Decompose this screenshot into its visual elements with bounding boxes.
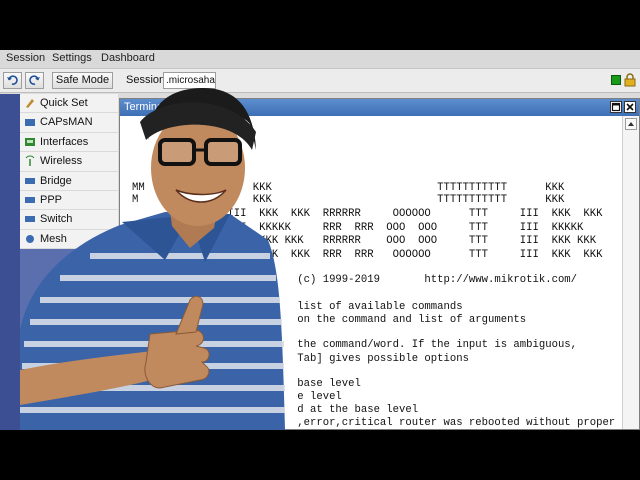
sidebar-item-quick-set[interactable]: Quick Set [20, 94, 118, 114]
menu-dashboard[interactable]: Dashboard [101, 52, 155, 64]
session-label: Session: [126, 74, 169, 86]
letterbox-top [0, 0, 640, 50]
toolbar: Safe Mode Session: .microsahai. [0, 69, 640, 93]
sidebar-item-label: Bridge [40, 174, 72, 187]
sidebar-stripe [0, 94, 20, 430]
wireless-icon [24, 155, 36, 167]
sidebar-item-label: Interfaces [40, 135, 89, 148]
terminal-window: Terminal MM KKK TTTTTTTTTTT KKK M KKK TT… [119, 98, 640, 430]
close-icon [626, 103, 634, 111]
sidebar-item-bridge[interactable]: Bridge [20, 171, 118, 191]
terminal-line: the command/word. If the input is ambigu… [132, 339, 578, 351]
terminal-line: d at the base level [132, 404, 419, 416]
lock-icon [624, 73, 636, 87]
terminal-line: III KKK KKK RRRRRR OOOOOO TTT III KKK KK… [132, 208, 603, 220]
redo-button[interactable] [25, 72, 44, 89]
redo-icon [29, 75, 40, 85]
sidebar-item-switch[interactable]: Switch [20, 210, 118, 230]
terminal-line: on the command and list of arguments [132, 314, 527, 326]
safe-mode-button[interactable]: Safe Mode [52, 72, 113, 89]
mesh-icon [24, 233, 36, 245]
sidebar-list: Quick Set CAPsMAN Interfaces Wireless Br… [20, 94, 118, 250]
sidebar-item-label: Switch [40, 213, 73, 226]
status-indicator [611, 75, 621, 85]
maximize-icon [611, 102, 621, 112]
terminal-line: list of available commands [132, 301, 463, 313]
winbox-window: Session Settings Dashboard Safe Mode Ses… [0, 50, 640, 430]
sidebar-item-mesh[interactable]: Mesh [20, 229, 118, 250]
sidebar-item-wireless[interactable]: Wireless [20, 152, 118, 172]
sidebar-item-ppp[interactable]: PPP [20, 190, 118, 211]
letterbox-bottom [0, 430, 640, 480]
chevron-up-icon [628, 122, 634, 126]
switch-icon [24, 213, 36, 225]
sidebar-item-capsman[interactable]: CAPsMAN [20, 113, 118, 133]
terminal-title: Terminal [124, 101, 166, 113]
terminal-line: e level [132, 391, 342, 403]
terminal-line: (c) 1999-2019 http://www.mikrotik.com/ [132, 274, 578, 286]
menu-settings[interactable]: Settings [52, 52, 92, 64]
terminal-line: M KKK TTTTTTTTTTT KKK [132, 194, 565, 206]
terminal-line: Tab] gives possible options [132, 353, 469, 365]
terminal-line: base level [132, 378, 361, 390]
terminal-line: III KKKKK RRR RRR OOO OOO TTT III KKKKK [132, 222, 584, 234]
menubar: Session Settings Dashboard [0, 50, 640, 69]
terminal-line: KKK KKK RRR RRR OOOOOO TTT III KKK KKK [132, 249, 603, 261]
session-field[interactable]: .microsahai. [163, 72, 216, 89]
close-button[interactable] [624, 101, 636, 113]
scroll-up-button[interactable] [625, 118, 637, 130]
bridge-icon [24, 175, 36, 187]
sidebar-item-interfaces[interactable]: Interfaces [20, 132, 118, 153]
undo-button[interactable] [3, 72, 22, 89]
ppp-icon [24, 194, 36, 206]
quick-set-icon [24, 97, 36, 109]
sidebar-item-label: Wireless [40, 155, 83, 168]
undo-icon [7, 75, 18, 85]
sidebar-item-label: PPP [40, 193, 63, 206]
terminal-titlebar[interactable]: Terminal [120, 99, 639, 116]
terminal-line: MM KKK TTTTTTTTTTT KKK [132, 182, 565, 194]
terminal-output[interactable]: MM KKK TTTTTTTTTTT KKK M KKK TTTTTTTTTTT… [120, 116, 622, 429]
terminal-line: KKK KKK RRRRRR OOO OOO TTT III KKK KKK [132, 235, 597, 247]
sidebar: Quick Set CAPsMAN Interfaces Wireless Br… [0, 94, 118, 430]
maximize-button[interactable] [610, 101, 622, 113]
interfaces-icon [24, 136, 36, 148]
terminal-line: ,error,critical router was rebooted with… [132, 417, 622, 429]
menu-session[interactable]: Session [6, 52, 45, 64]
sidebar-item-label: CAPsMAN [40, 116, 93, 129]
terminal-scrollbar[interactable] [622, 116, 639, 429]
capsman-icon [24, 116, 36, 128]
sidebar-item-label: Quick Set [40, 97, 88, 109]
sidebar-item-label: Mesh [40, 232, 67, 245]
